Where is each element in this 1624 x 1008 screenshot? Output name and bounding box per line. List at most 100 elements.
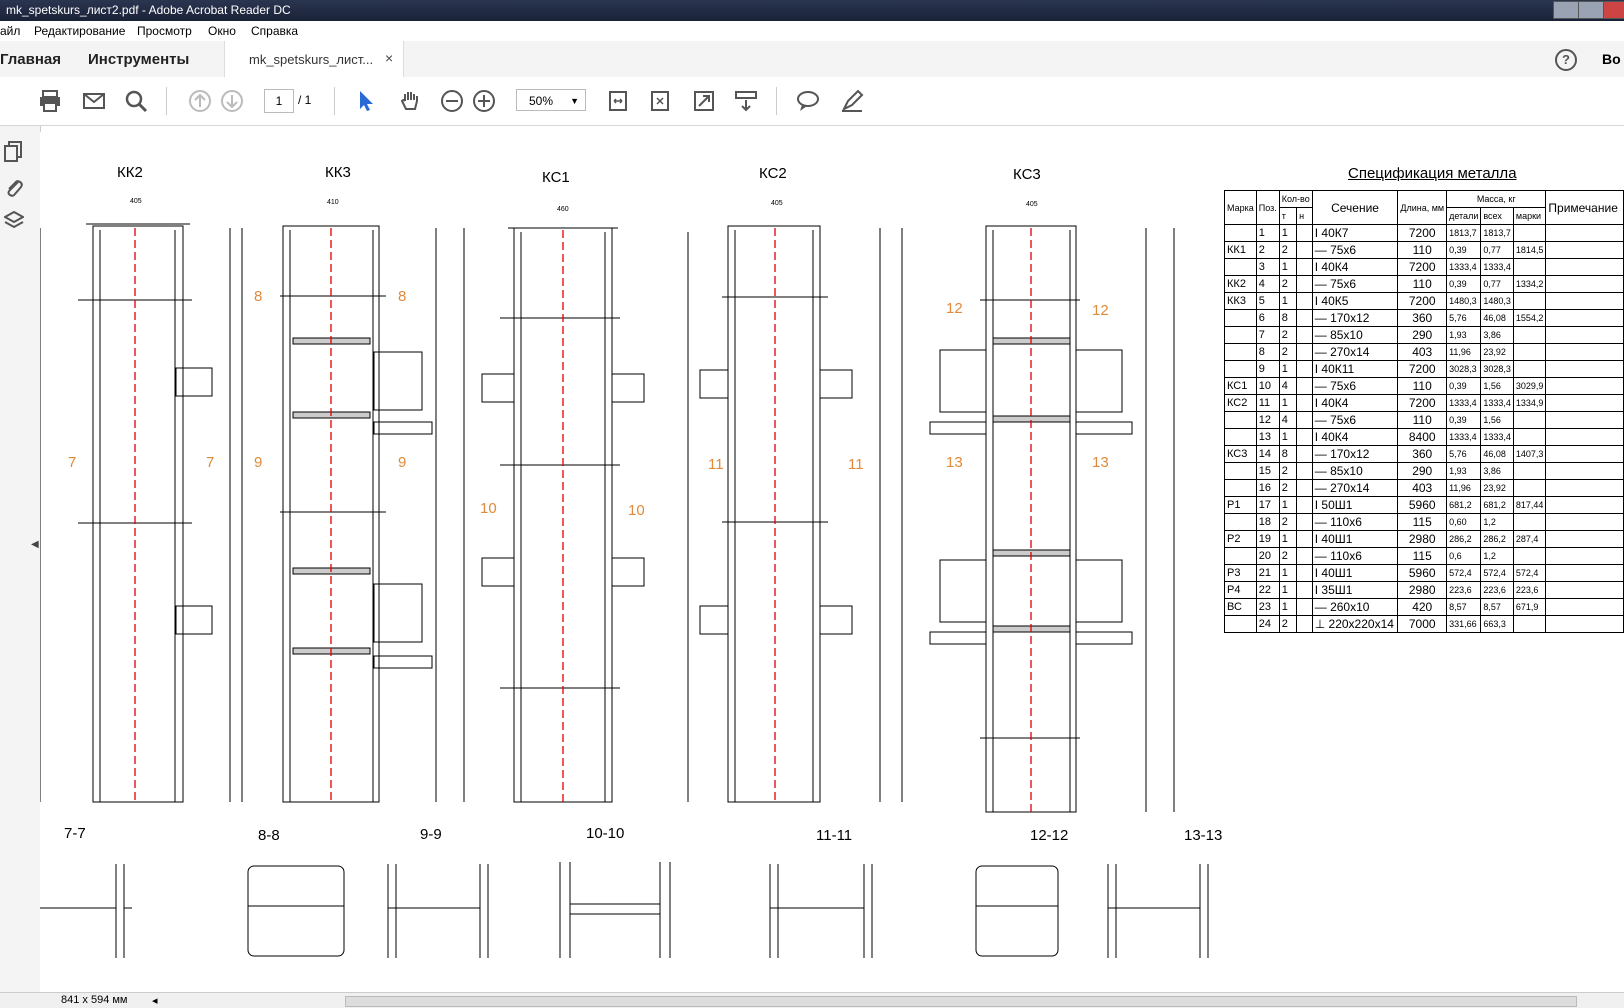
spec-cell: ⊥ 220x220x14 — [1311, 615, 1399, 633]
dimension-label: 405 — [1026, 201, 1038, 208]
zoom-in-icon[interactable] — [472, 89, 496, 113]
minimize-button[interactable] — [1553, 1, 1579, 19]
spec-cell — [1512, 258, 1547, 276]
prev-page-icon[interactable] — [188, 89, 212, 113]
attachment-icon[interactable] — [4, 176, 24, 198]
spec-cell — [1296, 496, 1313, 514]
spec-cell: 3,86 — [1480, 462, 1514, 480]
spec-cell — [1296, 343, 1313, 361]
spec-cell — [1545, 258, 1624, 276]
spec-cell: 286,2 — [1480, 530, 1514, 548]
comment-icon[interactable] — [796, 89, 820, 113]
highlight-icon[interactable] — [840, 89, 864, 113]
tab-document[interactable]: mk_spetskurs_лист... × — [224, 41, 404, 77]
hand-tool-icon[interactable] — [398, 89, 422, 113]
spec-row: Р2 19 1 I 40Ш1 2980 286,2 286,2 287,4 — [1224, 530, 1624, 548]
rotate-icon[interactable] — [648, 89, 672, 113]
separator — [776, 87, 777, 115]
tab-home[interactable]: Главная — [0, 51, 61, 68]
spec-cell: 21 — [1255, 564, 1280, 582]
zoom-select[interactable]: 50% ▼ — [516, 89, 586, 111]
spec-cell — [1296, 513, 1313, 531]
spec-cell: 11,96 — [1446, 343, 1482, 361]
close-tab-icon[interactable]: × — [385, 50, 393, 66]
spec-cell: — 170x12 — [1311, 309, 1399, 327]
spec-cell — [1296, 224, 1313, 242]
spec-cell: 8 — [1278, 309, 1298, 327]
spec-cell: 3029,9 — [1512, 377, 1547, 395]
spec-cell: 1 — [1278, 428, 1298, 446]
spec-cell: 115 — [1397, 513, 1448, 531]
spec-cell: 287,4 — [1512, 530, 1547, 548]
mail-icon[interactable] — [82, 89, 106, 113]
spec-row: ВС 23 1— 260x10 420 8,57 8,57 671,9 — [1224, 598, 1624, 616]
spec-cell: — 270x14 — [1311, 479, 1399, 497]
close-window-button[interactable] — [1603, 1, 1624, 19]
spec-cell — [1545, 530, 1624, 548]
spec-cell: 7200 — [1397, 360, 1448, 378]
dimension-label: 410 — [327, 199, 339, 206]
spec-cell — [1545, 377, 1624, 395]
spec-cell: 8,57 — [1480, 598, 1514, 616]
spec-cell — [1545, 326, 1624, 344]
help-icon[interactable]: ? — [1555, 49, 1577, 71]
spec-header: детали — [1446, 207, 1482, 225]
horizontal-scrollbar[interactable] — [345, 996, 1577, 1007]
column-label: КС3 — [1013, 166, 1041, 183]
spec-cell: 1813,7 — [1480, 224, 1514, 242]
spec-cell: 2980 — [1397, 530, 1448, 548]
spec-header: Длина, мм — [1397, 190, 1448, 225]
maximize-button[interactable] — [1578, 1, 1604, 19]
spec-header: Поз. — [1255, 190, 1280, 225]
spec-cell: 11 — [1255, 394, 1280, 412]
fullscreen-icon[interactable] — [692, 89, 716, 113]
spec-cell: 23 — [1255, 598, 1280, 616]
menu-help[interactable]: Справка — [251, 24, 298, 38]
menu-window[interactable]: Окно — [208, 24, 236, 38]
spec-cell — [1545, 411, 1624, 429]
print-icon[interactable] — [38, 89, 62, 113]
pages-icon[interactable] — [4, 140, 24, 162]
spec-cell: 1,93 — [1446, 326, 1482, 344]
scroll-mode-icon[interactable] — [734, 89, 758, 113]
spec-row: 8 2 — 270x14 403 11,96 23,92 — [1224, 343, 1624, 361]
spec-cell — [1545, 598, 1624, 616]
select-tool-icon[interactable] — [354, 89, 378, 113]
spec-cell — [1545, 241, 1624, 259]
spec-row: 31I 40К4 7200 1333,4 1333,4 — [1224, 258, 1624, 276]
collapse-panel-icon[interactable]: ◀ — [31, 539, 39, 550]
tab-tools[interactable]: Инструменты — [88, 51, 189, 68]
spec-cell — [1545, 428, 1624, 446]
sign-in-link[interactable]: Во — [1602, 51, 1621, 67]
spec-cell: Р3 — [1224, 564, 1257, 582]
spec-cell: — 75x6 — [1311, 411, 1399, 429]
menu-edit[interactable]: Редактирование — [34, 24, 125, 38]
spec-cell: 0,39 — [1446, 377, 1482, 395]
spec-cell: 0,39 — [1446, 411, 1482, 429]
scroll-left-icon[interactable]: ◂ — [152, 994, 158, 1007]
dimension-label: 405 — [130, 198, 142, 205]
page-number-input[interactable]: 1 — [264, 89, 294, 113]
page-size: 841 x 594 мм — [61, 994, 128, 1006]
spec-cell — [1224, 224, 1257, 242]
spec-row: КК1 2 2— 75x6 110 0,39 0,77 1814,5 — [1224, 241, 1624, 259]
spec-cell: 290 — [1397, 462, 1448, 480]
cut-mark: 10 — [628, 502, 645, 519]
menu-file[interactable]: айл — [0, 24, 20, 38]
next-page-icon[interactable] — [220, 89, 244, 113]
spec-cell — [1545, 462, 1624, 480]
spec-cell: 2 — [1278, 326, 1298, 344]
menu-view[interactable]: Просмотр — [137, 24, 192, 38]
spec-cell — [1224, 326, 1257, 344]
spec-cell: 1 — [1278, 292, 1298, 310]
zoom-out-icon[interactable] — [440, 89, 464, 113]
spec-cell: 2 — [1278, 479, 1298, 497]
layers-icon[interactable] — [4, 210, 24, 232]
spec-cell: Р2 — [1224, 530, 1257, 548]
fit-page-icon[interactable] — [606, 89, 630, 113]
search-icon[interactable] — [124, 89, 148, 113]
spec-cell: 9 — [1255, 360, 1280, 378]
spec-cell — [1296, 547, 1313, 565]
section-label: 10-10 — [586, 825, 625, 842]
spec-cell: 0,39 — [1446, 275, 1482, 293]
